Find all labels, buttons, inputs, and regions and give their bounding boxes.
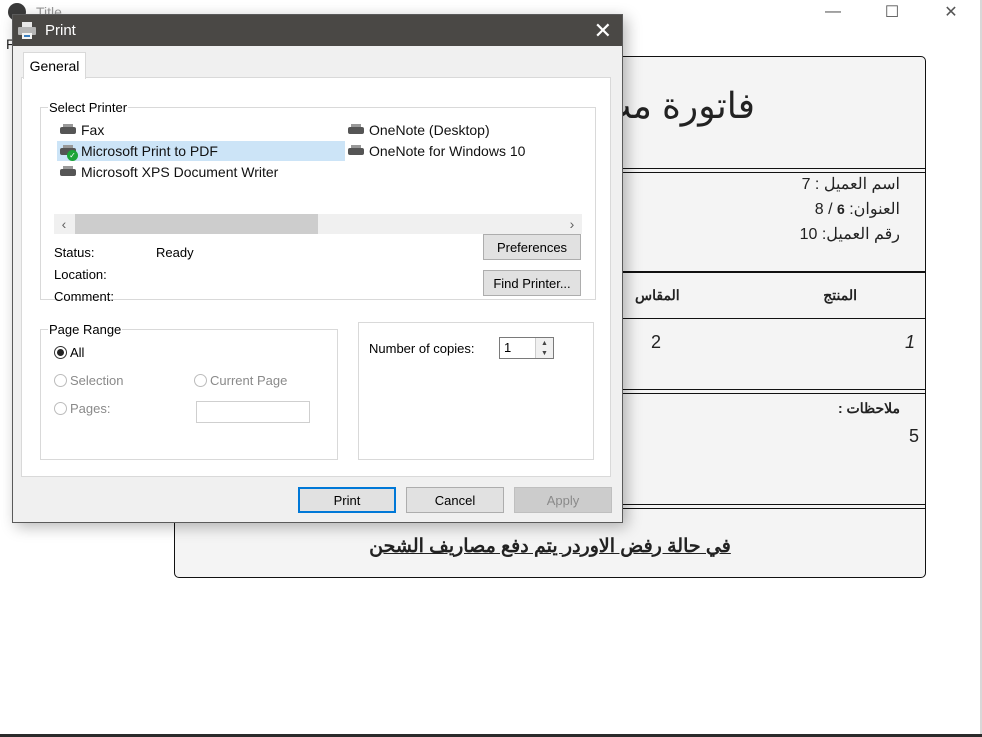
radio-label: Pages: xyxy=(70,401,111,416)
radio-pages[interactable]: Pages: xyxy=(54,401,110,416)
printer-icon xyxy=(347,124,365,136)
comment-label: Comment: xyxy=(54,289,114,304)
printer-item-onenote-desktop[interactable]: OneNote (Desktop) xyxy=(345,120,575,140)
spin-buttons: ▲ ▼ xyxy=(535,338,553,358)
printer-name: Microsoft XPS Document Writer xyxy=(81,164,279,180)
cell-product: 1 xyxy=(904,332,915,352)
general-tab-panel: Select Printer Fax ✓ Microsoft Print to … xyxy=(21,77,611,477)
printer-list-scrollbar[interactable]: ‹ › xyxy=(54,214,582,234)
radio-button[interactable] xyxy=(54,374,67,387)
printer-item-onenote-win10[interactable]: OneNote for Windows 10 xyxy=(345,141,575,161)
copies-group: Number of copies: 1 ▲ ▼ xyxy=(358,322,594,460)
pages-input[interactable] xyxy=(196,401,310,423)
radio-label: Current Page xyxy=(210,373,288,388)
radio-all[interactable]: All xyxy=(54,345,84,360)
radio-selection[interactable]: Selection xyxy=(54,373,123,388)
radio-label: Selection xyxy=(70,373,124,388)
apply-button[interactable]: Apply xyxy=(514,487,612,513)
address-part-2: / 8 xyxy=(814,201,833,218)
dialog-titlebar[interactable]: Print ✕ xyxy=(13,15,622,46)
close-window-button[interactable]: ✕ xyxy=(926,0,976,24)
copies-stepper[interactable]: 1 ▲ ▼ xyxy=(499,337,554,359)
radio-current-page[interactable]: Current Page xyxy=(194,373,287,388)
minimize-button[interactable]: — xyxy=(808,0,858,24)
cell-size: 2 xyxy=(651,332,662,352)
print-dialog: Print ✕ General Select Printer Fax ✓ Mic… xyxy=(12,14,623,523)
column-header-product: المنتج xyxy=(823,287,857,303)
notes-label: ملاحظات : xyxy=(838,400,900,416)
printer-name: Microsoft Print to PDF xyxy=(81,143,218,159)
scrollbar-thumb[interactable] xyxy=(75,214,318,234)
customer-name: اسم العميل : 7 xyxy=(801,176,900,193)
page-range-group: Page Range All Selection Current Page Pa… xyxy=(40,322,338,460)
printer-item-microsoft-print-to-pdf[interactable]: ✓ Microsoft Print to PDF xyxy=(57,141,345,161)
close-icon[interactable]: ✕ xyxy=(594,18,612,44)
radio-label: All xyxy=(70,345,85,360)
column-header-size: المقاس xyxy=(635,287,680,303)
shipping-note: في حالة رفض الاوردر يتم دفع مصاريف الشحن xyxy=(369,536,731,557)
notes-value: 5 xyxy=(908,426,919,446)
radio-button[interactable] xyxy=(54,402,67,415)
radio-button[interactable] xyxy=(54,346,67,359)
tab-general[interactable]: General xyxy=(23,52,86,79)
radio-button[interactable] xyxy=(194,374,207,387)
printer-name: OneNote for Windows 10 xyxy=(369,143,526,159)
select-printer-group: Select Printer Fax ✓ Microsoft Print to … xyxy=(40,100,596,304)
chevron-down-icon[interactable]: ▼ xyxy=(536,348,553,358)
default-printer-icon: ✓ xyxy=(59,145,78,161)
chevron-up-icon[interactable]: ▲ xyxy=(536,338,553,348)
printer-item-xps-writer[interactable]: Microsoft XPS Document Writer xyxy=(57,162,345,182)
copies-label: Number of copies: xyxy=(369,341,475,356)
location-label: Location: xyxy=(54,267,107,282)
preferences-button[interactable]: Preferences xyxy=(483,234,581,260)
printer-name: OneNote (Desktop) xyxy=(369,122,490,138)
select-printer-legend: Select Printer xyxy=(49,100,128,115)
fax-printer-icon xyxy=(59,124,77,136)
address-part-1: 6 xyxy=(836,201,845,217)
find-printer-button[interactable]: Find Printer... xyxy=(483,270,581,296)
status-label: Status: xyxy=(54,245,95,260)
print-button[interactable]: Print xyxy=(298,487,396,513)
page-range-legend: Page Range xyxy=(49,322,122,337)
status-value: Ready xyxy=(156,245,194,260)
scroll-left-icon[interactable]: ‹ xyxy=(54,214,74,234)
scroll-right-icon[interactable]: › xyxy=(562,214,582,234)
printer-icon xyxy=(17,21,37,40)
address-label: العنوان: xyxy=(849,201,900,218)
dialog-title: Print xyxy=(45,22,76,39)
printer-item-fax[interactable]: Fax xyxy=(57,120,257,140)
maximize-button[interactable]: ☐ xyxy=(867,0,917,24)
printer-icon xyxy=(347,145,365,157)
printer-name: Fax xyxy=(81,122,105,138)
copies-input[interactable]: 1 xyxy=(504,340,511,355)
cancel-button[interactable]: Cancel xyxy=(406,487,504,513)
printer-icon xyxy=(59,166,77,178)
customer-address: العنوان: 6 / 8 xyxy=(815,199,900,219)
customer-number: رقم العميل: 10 xyxy=(799,226,900,243)
